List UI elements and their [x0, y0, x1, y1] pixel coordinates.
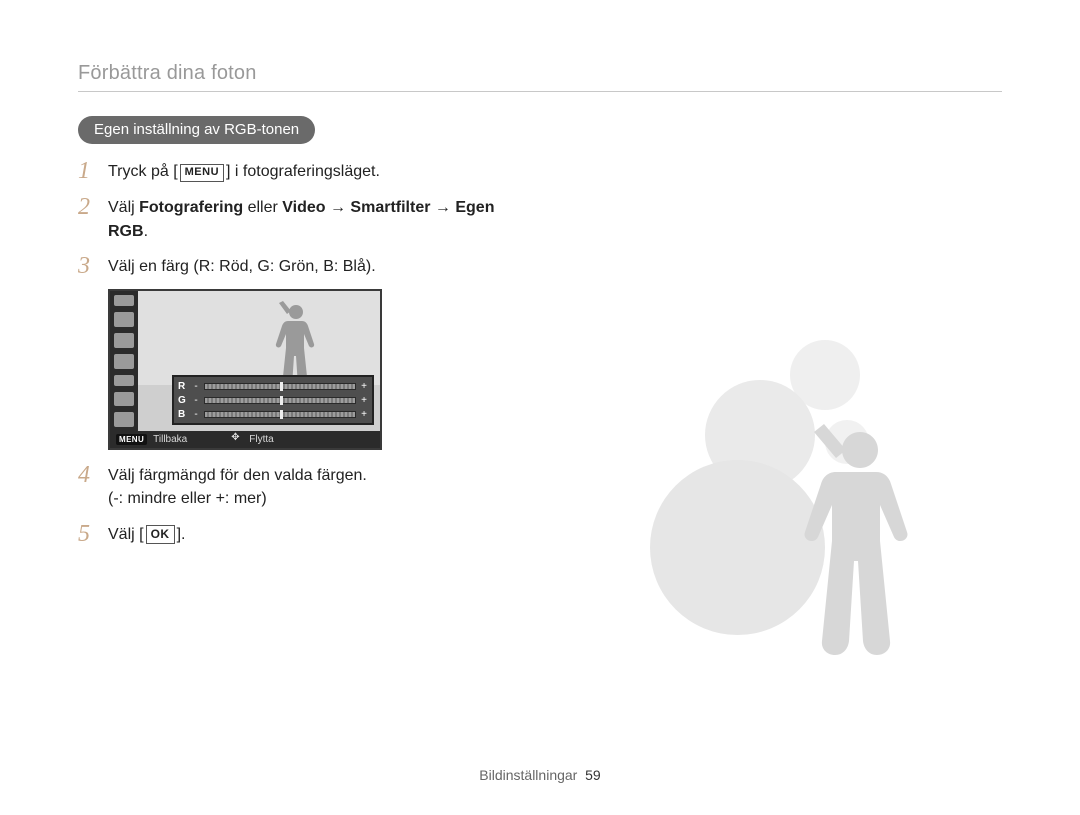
step-number: 4 [78, 462, 108, 510]
wb-icon [114, 375, 134, 386]
minus-icon: - [192, 381, 200, 392]
content-area: Egen inställning av RGB-tonen 1 Tryck på… [78, 116, 1002, 557]
step-body: Välj en färg (R: Röd, G: Grön, B: Blå). [108, 253, 518, 279]
step-5: 5 Välj [OK]. [78, 521, 518, 547]
rgb-r-bar [204, 383, 356, 390]
step-list: 1 Tryck på [MENU] i fotograferingsläget.… [78, 158, 518, 279]
bar-marker [280, 382, 283, 391]
camera-screen: R - + G - + [108, 289, 382, 450]
bold-text: Fotografering [139, 199, 243, 216]
screen-footer-bar: MENU Tillbaka Flytta [110, 431, 380, 448]
rgb-g-bar [204, 397, 356, 404]
step-number: 5 [78, 521, 108, 547]
step-body: Välj färgmängd för den valda färgen. (-:… [108, 462, 518, 510]
navigate-icon [233, 435, 243, 445]
step-4: 4 Välj färgmängd för den valda färgen. (… [78, 462, 518, 510]
text: . [144, 223, 148, 240]
subsection-pill: Egen inställning av RGB-tonen [78, 116, 315, 144]
section-header: Förbättra dina foton [78, 62, 1002, 85]
text: ]. [177, 526, 186, 543]
step-number: 1 [78, 158, 108, 184]
rgb-row-g: G - + [178, 395, 368, 406]
rgb-panel-wrap: R - + G - + [172, 375, 374, 425]
step-3: 3 Välj en färg (R: Röd, G: Grön, B: Blå)… [78, 253, 518, 279]
rgb-row-b: B - + [178, 409, 368, 420]
preview-area: R - + G - + [138, 291, 380, 431]
step-list-cont: 4 Välj färgmängd för den valda färgen. (… [78, 462, 518, 547]
step-number: 3 [78, 253, 108, 279]
bar-marker [280, 396, 283, 405]
exposure-icon [114, 333, 134, 348]
camera-screen-illustration: R - + G - + [108, 289, 518, 450]
text: eller [243, 199, 282, 216]
left-column: Egen inställning av RGB-tonen 1 Tryck på… [78, 116, 518, 557]
rgb-r-label: R [178, 381, 188, 392]
text: Välj färgmängd för den valda färgen. [108, 467, 367, 484]
step-body: Välj [OK]. [108, 521, 518, 547]
minus-icon: - [192, 395, 200, 406]
page-number: 59 [585, 767, 601, 783]
mode-icon [114, 295, 134, 306]
rgb-panel: R - + G - + [172, 375, 374, 425]
menu-key-icon: MENU [116, 434, 147, 445]
focus-icon [114, 412, 134, 427]
step-2: 2 Välj Fotografering eller Video → Smart… [78, 194, 518, 242]
rgb-b-bar [204, 411, 356, 418]
flash-icon [114, 392, 134, 407]
step-1: 1 Tryck på [MENU] i fotograferingsläget. [78, 158, 518, 184]
header-rule [78, 91, 1002, 92]
text: Välj [108, 199, 139, 216]
plus-icon: + [360, 409, 368, 420]
back-label: Tillbaka [153, 434, 187, 445]
text: (-: mindre eller +: mer) [108, 490, 267, 507]
side-icon-strip [110, 291, 138, 431]
bar-marker [280, 410, 283, 419]
page-footer: Bildinställningar 59 [0, 767, 1080, 783]
rgb-row-r: R - + [178, 381, 368, 392]
screen-upper: R - + G - + [110, 291, 380, 431]
resolution-icon [114, 312, 134, 327]
move-label: Flytta [249, 434, 273, 445]
text: Tryck på [ [108, 163, 178, 180]
text: → [430, 199, 455, 216]
iso-icon [114, 354, 134, 369]
text: ] i fotograferingsläget. [226, 163, 380, 180]
step-number: 2 [78, 194, 108, 242]
text: Välj [ [108, 526, 144, 543]
plus-icon: + [360, 381, 368, 392]
footer-section: Bildinställningar [479, 767, 577, 783]
rgb-b-label: B [178, 409, 188, 420]
bold-text: Smartfilter [350, 199, 430, 216]
manual-page: Förbättra dina foton Egen inställning av… [0, 0, 1080, 815]
text: → [326, 199, 351, 216]
menu-key-icon: MENU [180, 164, 224, 182]
bold-text: Video [282, 199, 325, 216]
ok-key-icon: OK [146, 525, 175, 544]
rgb-g-label: G [178, 395, 188, 406]
plus-icon: + [360, 395, 368, 406]
step-body: Välj Fotografering eller Video → Smartfi… [108, 194, 518, 242]
step-body: Tryck på [MENU] i fotograferingsläget. [108, 158, 518, 184]
minus-icon: - [192, 409, 200, 420]
